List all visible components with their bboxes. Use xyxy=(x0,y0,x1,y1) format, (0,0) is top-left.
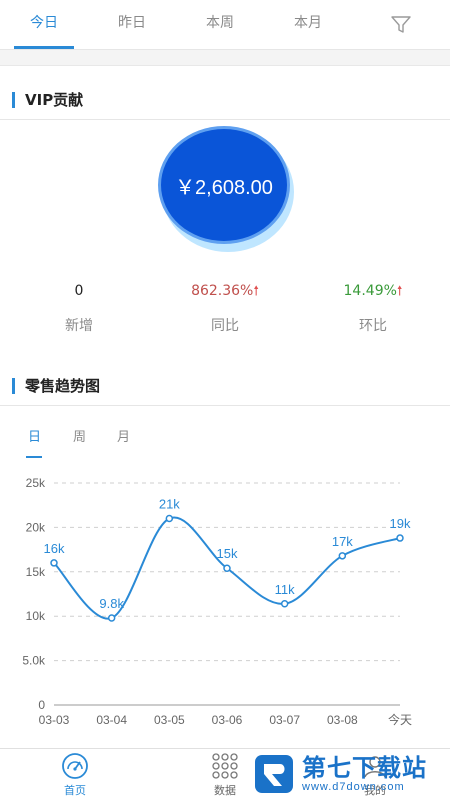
x-tick-label: 今天 xyxy=(388,712,412,727)
data-label: 16k xyxy=(44,541,65,556)
stat-new: 0 新增 xyxy=(4,281,154,335)
x-tick-label: 03-08 xyxy=(327,713,358,727)
tab-today[interactable]: 今日 xyxy=(0,0,88,50)
stat-mom-value: 14.49% xyxy=(343,283,397,299)
y-tick-label: 15k xyxy=(26,565,46,579)
vip-section-header: VIP贡献 xyxy=(0,80,450,120)
stat-new-label: 新增 xyxy=(65,318,93,334)
data-point xyxy=(107,614,116,622)
x-tick-label: 03-06 xyxy=(212,713,243,727)
tab-this-month[interactable]: 本月 xyxy=(264,0,352,50)
y-tick-label: 10k xyxy=(26,609,46,623)
grid-dots-icon xyxy=(212,752,238,779)
y-tick-label: 20k xyxy=(26,520,46,534)
sales-section-title: 零售趋势图 xyxy=(25,377,101,395)
vip-section-title: VIP贡献 xyxy=(25,91,84,109)
stat-new-value: 0 xyxy=(74,283,84,299)
data-point xyxy=(280,600,289,608)
nav-home-label: 首页 xyxy=(64,783,86,797)
stat-yoy-label: 同比 xyxy=(211,318,239,334)
data-label: 17k xyxy=(332,534,353,549)
x-tick-label: 03-03 xyxy=(39,713,70,727)
data-point xyxy=(396,534,404,542)
trend-up-icon: 🠕 xyxy=(396,284,403,299)
watermark: 第七下载站 www.d7down.com xyxy=(252,748,450,800)
data-point xyxy=(50,559,58,567)
data-label: 9.8k xyxy=(99,596,124,611)
sales-section-header: 零售趋势图 xyxy=(0,366,450,406)
nav-home[interactable]: 首页 xyxy=(0,749,150,800)
dashboard-icon xyxy=(62,752,88,779)
section-marker xyxy=(12,91,15,108)
filter-icon xyxy=(391,15,411,33)
stat-mom: 14.49%🠕 环比 xyxy=(298,281,448,335)
tab-this-week[interactable]: 本周 xyxy=(176,0,264,50)
stat-yoy-value: 862.36% xyxy=(191,283,254,299)
stat-mom-label: 环比 xyxy=(359,318,387,334)
trend-up-icon: 🠕 xyxy=(253,284,259,299)
sales-trend-chart: 0 5.0k 10k 15k 20k 25k 03-03 03-04 03-05 03-06 03-… xyxy=(22,476,412,727)
filter-button[interactable] xyxy=(352,0,450,50)
data-label: 21k xyxy=(159,497,180,512)
watermark-title: 第七下载站 xyxy=(302,754,427,782)
data-point xyxy=(165,514,174,523)
chart-tab-month[interactable]: 月 xyxy=(117,426,130,445)
x-tick-label: 03-07 xyxy=(269,713,300,727)
data-point xyxy=(338,552,347,560)
watermark-logo-icon xyxy=(255,755,293,793)
tab-yesterday[interactable]: 昨日 xyxy=(88,0,176,50)
data-label: 11k xyxy=(275,582,295,597)
y-tick-label: 25k xyxy=(26,476,46,490)
chart-period-tabs: 日 周 月 xyxy=(0,420,450,460)
data-label: 19k xyxy=(390,516,411,531)
y-tick-label: 0 xyxy=(38,698,45,712)
active-tab-indicator xyxy=(26,456,42,458)
x-tick-label: 03-04 xyxy=(96,713,127,727)
y-tick-label: 5.0k xyxy=(22,654,46,668)
watermark-url: www.d7down.com xyxy=(302,781,405,793)
stat-yoy: 862.36%🠕 同比 xyxy=(150,281,300,335)
top-tab-bar: 今日 昨日 本周 本月 xyxy=(0,0,450,50)
vip-amount: ￥2,608.00 xyxy=(175,176,273,199)
nav-data-label: 数据 xyxy=(214,783,236,797)
section-divider xyxy=(0,50,450,66)
chart-tab-week[interactable]: 周 xyxy=(73,426,86,445)
x-tick-label: 03-05 xyxy=(154,713,185,727)
section-marker xyxy=(12,377,15,394)
data-point xyxy=(223,564,231,572)
vip-amount-circle: ￥2,608.00 xyxy=(158,126,294,252)
chart-tab-day[interactable]: 日 xyxy=(28,426,41,445)
data-label: 15k xyxy=(217,546,238,561)
